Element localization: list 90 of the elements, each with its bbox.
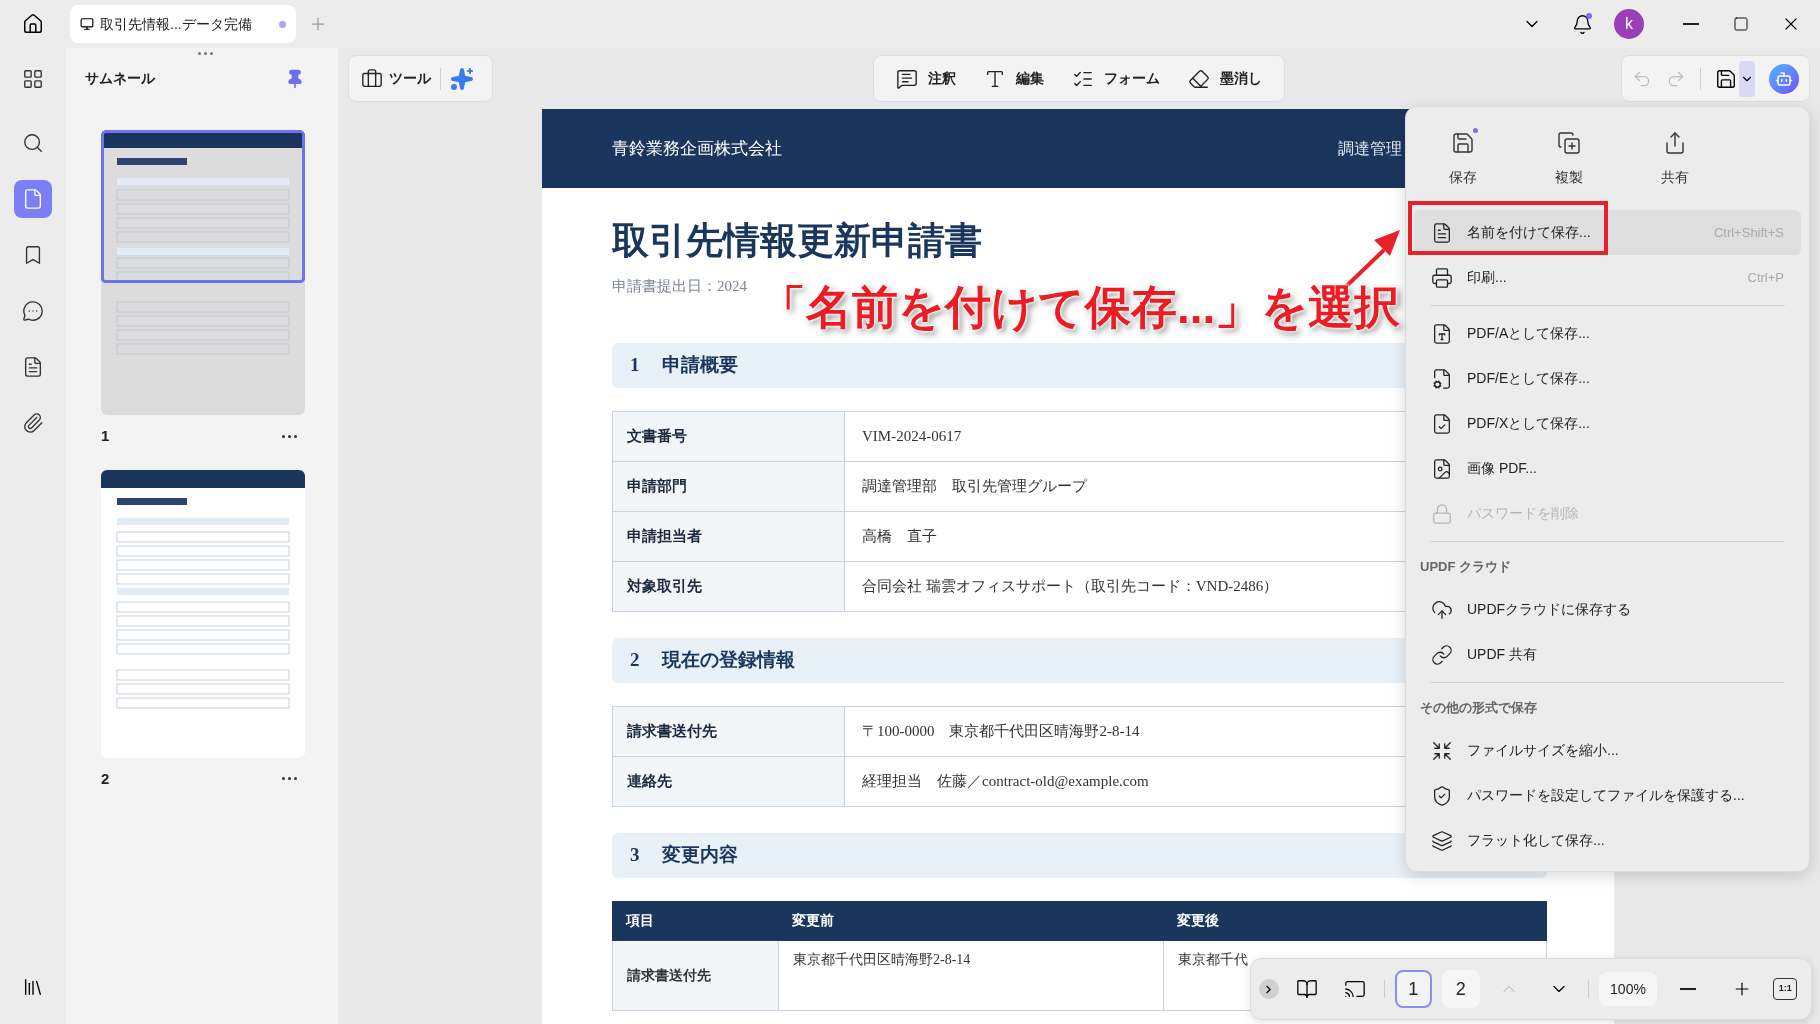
field-label: 対象取引先 <box>613 561 845 611</box>
page-number: 2 <box>101 768 110 789</box>
home-icon <box>22 13 44 35</box>
share-icon <box>1663 131 1687 155</box>
document-title: 取引先情報更新申請書 <box>612 219 982 263</box>
mode-tab[interactable]: フォーム <box>1062 67 1170 90</box>
panel-title: サムネール <box>85 69 155 88</box>
field-label: 連絡先 <box>613 756 845 806</box>
page-button[interactable]: 1 <box>1394 970 1433 1008</box>
menu-item[interactable]: UPDF 共有 <box>1414 632 1801 677</box>
field-label: 申請部門 <box>613 461 845 511</box>
page-thumbnail[interactable] <box>101 130 305 415</box>
search-icon <box>22 132 44 154</box>
document-icon <box>1431 367 1453 390</box>
books-icon <box>22 976 44 998</box>
submission-date: 申請書提出日：2024 <box>612 277 747 297</box>
menu-action-button[interactable]: 複製 <box>1516 131 1622 188</box>
layers-icon <box>1431 829 1453 852</box>
section-number: 2 <box>630 648 640 673</box>
comment-icon <box>22 300 44 322</box>
mode-tab[interactable]: 編集 <box>974 67 1054 90</box>
company-name: 青鈴業務企画株式会社 <box>612 137 782 160</box>
menu-item[interactable]: 印刷... Ctrl+P <box>1414 255 1801 300</box>
save-icon <box>1451 131 1475 155</box>
column-header: 項目 <box>624 912 655 931</box>
robot-icon <box>1775 69 1793 88</box>
ai-button[interactable] <box>450 66 474 91</box>
field-label: 申請担当者 <box>613 511 845 561</box>
menu-item[interactable]: PDF/Eとして保存... <box>1414 356 1801 401</box>
image-icon <box>1431 457 1453 480</box>
form-icon <box>22 356 44 378</box>
sparkles-icon <box>450 66 474 91</box>
document-tab[interactable]: 取引先情報...データ完備 <box>70 5 296 43</box>
mode-tab[interactable]: 注釈 <box>886 67 966 90</box>
monitor-icon <box>80 17 94 31</box>
expand-button[interactable] <box>1259 979 1279 999</box>
paperclip-icon <box>22 412 44 434</box>
save-button[interactable] <box>1715 67 1737 90</box>
section-title: 現在の登録情報 <box>661 648 795 673</box>
department-name: 調達管理 <box>1338 138 1402 159</box>
document-icon <box>1431 221 1453 244</box>
callout-text: 「名前を付けて保存...」を選択 <box>760 282 1401 333</box>
resize-handle[interactable] <box>198 52 213 55</box>
field-label: 請求書送付先 <box>613 706 845 756</box>
save-icon <box>1715 67 1737 90</box>
save-menu-button[interactable] <box>1739 60 1755 97</box>
book-icon <box>1296 978 1319 1000</box>
menu-item[interactable]: フラット化して保存... <box>1414 818 1801 863</box>
lock-icon <box>1431 502 1453 525</box>
bell-icon <box>1571 13 1593 35</box>
document-icon <box>1431 322 1453 345</box>
table-cell: 請求書送付先 <box>613 940 779 1010</box>
actual-size-button[interactable]: 1:1 <box>1773 978 1797 1000</box>
section-number: 1 <box>630 353 640 378</box>
page-button[interactable]: 2 <box>1442 970 1480 1008</box>
shield-icon <box>1431 784 1453 807</box>
menu-action-button[interactable]: 共有 <box>1622 131 1728 188</box>
cloud-upload-icon <box>1431 598 1453 621</box>
pin-button[interactable] <box>285 68 305 89</box>
redact-icon <box>1188 67 1210 90</box>
account-avatar[interactable]: k <box>1614 9 1644 39</box>
duplicate-icon <box>1557 131 1581 155</box>
page-icon <box>22 188 44 210</box>
mode-tab[interactable]: 墨消し <box>1178 67 1272 90</box>
shrink-icon <box>1431 739 1453 762</box>
section-title: 申請概要 <box>661 353 738 378</box>
column-header: 変更前 <box>791 912 835 931</box>
menu-item[interactable]: PDF/Aとして保存... <box>1414 311 1801 356</box>
maximize-icon <box>1733 16 1749 32</box>
document-icon <box>1431 412 1453 435</box>
comment-icon <box>896 67 918 90</box>
zoom-level-field[interactable]: 100% <box>1599 972 1657 1006</box>
pin-icon <box>285 68 305 89</box>
menu-action-button[interactable]: 保存 <box>1410 131 1516 188</box>
page-number: 1 <box>101 426 110 446</box>
minimize-icon <box>1683 23 1699 25</box>
ai-assistant-button[interactable] <box>1769 63 1799 94</box>
field-label: 文書番号 <box>613 411 845 461</box>
section-title: 変更内容 <box>661 843 738 868</box>
tools-button[interactable]: ツール <box>361 67 431 90</box>
link-icon <box>1431 643 1453 666</box>
minus-icon <box>1680 988 1697 990</box>
column-header: 変更後 <box>1176 912 1220 931</box>
page-thumbnail[interactable] <box>101 469 305 758</box>
screen-icon <box>1343 978 1366 1000</box>
section-number: 3 <box>630 843 640 868</box>
tab-title: 取引先情報...データ完備 <box>100 14 252 34</box>
menu-section-heading: UPDF クラウド <box>1419 558 1512 577</box>
printer-icon <box>1431 266 1453 289</box>
apps-icon <box>22 68 44 90</box>
